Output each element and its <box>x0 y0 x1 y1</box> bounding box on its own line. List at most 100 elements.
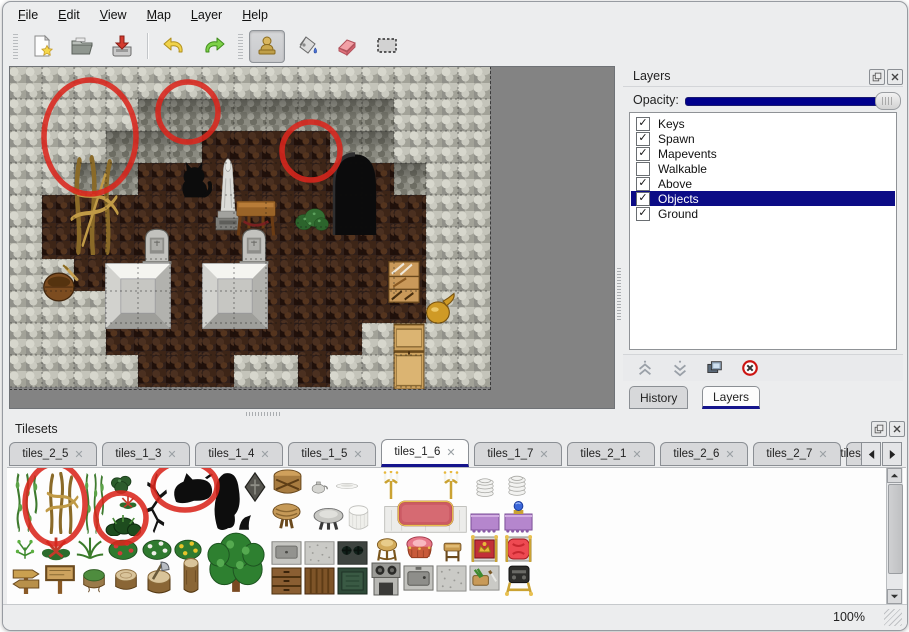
map-tile[interactable] <box>266 131 298 163</box>
map-object-tombstone[interactable] <box>139 227 175 265</box>
layer-row-mapevents[interactable]: ✓Mapevents <box>631 146 895 161</box>
map-tile[interactable] <box>426 131 458 163</box>
tileset-tab-tiles_2_6[interactable]: tiles_2_6✕ <box>660 442 748 466</box>
tileset-tile-counter-speckle[interactable] <box>436 564 467 593</box>
tileset-tile-teapot[interactable] <box>309 478 329 496</box>
layer-row-ground[interactable]: ✓Ground <box>631 206 895 221</box>
save-button[interactable] <box>104 30 140 63</box>
map-tile[interactable] <box>330 323 362 355</box>
tileset-tile-drawers[interactable] <box>271 566 302 596</box>
tileset-tab-tiles_2_7[interactable]: tiles_2_7✕ <box>753 442 841 466</box>
map-tile[interactable] <box>362 67 394 99</box>
map-tile[interactable] <box>458 67 490 99</box>
menu-view[interactable]: View <box>91 5 136 26</box>
map-tile[interactable] <box>298 355 330 387</box>
map-tile[interactable] <box>426 259 458 291</box>
map-tile[interactable] <box>458 259 490 291</box>
map-tile[interactable] <box>10 163 42 195</box>
map-tile[interactable] <box>266 355 298 387</box>
map-tile[interactable] <box>42 355 74 387</box>
map-viewport[interactable] <box>9 66 615 409</box>
layer-visibility-checkbox[interactable]: ✓ <box>636 147 650 161</box>
tileset-tile-stump-axe[interactable] <box>143 560 175 594</box>
close-tab-icon[interactable]: ✕ <box>539 448 548 461</box>
tileset-tile-vine[interactable] <box>11 472 41 532</box>
map-tile[interactable] <box>202 67 234 99</box>
map-tile[interactable] <box>458 99 490 131</box>
map-tile[interactable] <box>266 67 298 99</box>
tileset-tile-candelabra[interactable] <box>381 471 401 501</box>
tileset-tile-bushred[interactable] <box>107 534 139 562</box>
tileset-tile-counter-speckle[interactable] <box>304 540 335 566</box>
eraser-button[interactable] <box>329 30 365 63</box>
tileset-tile-graytable[interactable] <box>312 506 345 532</box>
map-tile[interactable] <box>426 227 458 259</box>
tileset-tile-keg[interactable] <box>271 468 304 499</box>
map-tile[interactable] <box>138 195 170 227</box>
map-tile[interactable] <box>106 99 138 131</box>
vertical-splitter[interactable] <box>615 66 623 409</box>
tileset-tab-tiles_1_7[interactable]: tiles_1_7✕ <box>474 442 562 466</box>
map-tile[interactable] <box>74 323 106 355</box>
menu-edit[interactable]: Edit <box>49 5 89 26</box>
map-tile[interactable] <box>330 259 362 291</box>
duplicate-layer-button[interactable] <box>702 357 728 379</box>
map-tile[interactable] <box>10 67 42 99</box>
float-panel-button[interactable] <box>871 421 887 437</box>
tileset-tile-stump-moss[interactable] <box>79 564 109 594</box>
map-tile[interactable] <box>394 99 426 131</box>
map-tile[interactable] <box>458 131 490 163</box>
delete-layer-button[interactable] <box>737 357 763 379</box>
opacity-slider-handle[interactable] <box>875 92 901 110</box>
map-tile[interactable] <box>394 131 426 163</box>
map-tile[interactable] <box>170 67 202 99</box>
map-tile[interactable] <box>298 259 330 291</box>
map-tile[interactable] <box>298 163 330 195</box>
scroll-up-button[interactable] <box>887 468 902 483</box>
map-tile[interactable] <box>266 323 298 355</box>
layer-visibility-checkbox[interactable]: ✓ <box>636 117 650 131</box>
tileset-tab-tiles_2_1[interactable]: tiles_2_1✕ <box>567 442 655 466</box>
map-tile[interactable] <box>362 355 394 387</box>
layer-row-spawn[interactable]: ✓Spawn <box>631 131 895 146</box>
map-tile[interactable] <box>298 131 330 163</box>
tileset-tile-tree[interactable] <box>205 530 267 596</box>
tileset-tile-sink2[interactable] <box>403 564 434 593</box>
tileset-tile-throne-pillow[interactable] <box>503 534 534 564</box>
close-tab-icon[interactable]: ✕ <box>725 448 734 461</box>
map-tile[interactable] <box>74 67 106 99</box>
map-tile[interactable] <box>266 291 298 323</box>
map-tile[interactable] <box>458 291 490 323</box>
map-tile[interactable] <box>42 323 74 355</box>
map-tile[interactable] <box>362 99 394 131</box>
map-object-cabinet[interactable] <box>392 323 426 389</box>
tileset-tile-grill[interactable] <box>503 562 535 596</box>
map-object-tombstone[interactable] <box>236 227 272 265</box>
map-tile[interactable] <box>298 99 330 131</box>
tileset-canvas[interactable] <box>7 467 906 604</box>
map-tile[interactable] <box>10 195 42 227</box>
undo-button[interactable] <box>156 30 192 63</box>
fill-button[interactable] <box>289 30 325 63</box>
tileset-tile-purpletable[interactable] <box>469 508 501 534</box>
tileset-tile-purpletable-orb[interactable] <box>503 500 534 534</box>
map-tile[interactable] <box>10 355 42 387</box>
stamp-button[interactable] <box>249 30 285 63</box>
new-file-button[interactable] <box>24 30 60 63</box>
map-tile[interactable] <box>330 67 362 99</box>
tileset-tile-sink[interactable] <box>271 540 302 566</box>
map-tile[interactable] <box>330 99 362 131</box>
map-tile[interactable] <box>426 163 458 195</box>
tileset-tile-bromeliad[interactable] <box>41 534 71 562</box>
opacity-slider-track[interactable] <box>685 97 899 106</box>
map-tile[interactable] <box>266 163 298 195</box>
tileset-tab-tiles_1_3[interactable]: tiles_1_3✕ <box>102 442 190 466</box>
tileset-tile-stool-gold[interactable] <box>373 536 401 564</box>
layer-visibility-checkbox[interactable]: ✓ <box>636 207 650 221</box>
toolbar-handle[interactable] <box>238 33 243 59</box>
tileset-tile-bushwhite[interactable] <box>141 534 173 562</box>
tileset-tile-platestack[interactable] <box>474 474 496 498</box>
raise-layer-button[interactable] <box>632 357 658 379</box>
map-tile[interactable] <box>458 163 490 195</box>
map-canvas[interactable] <box>10 67 490 389</box>
